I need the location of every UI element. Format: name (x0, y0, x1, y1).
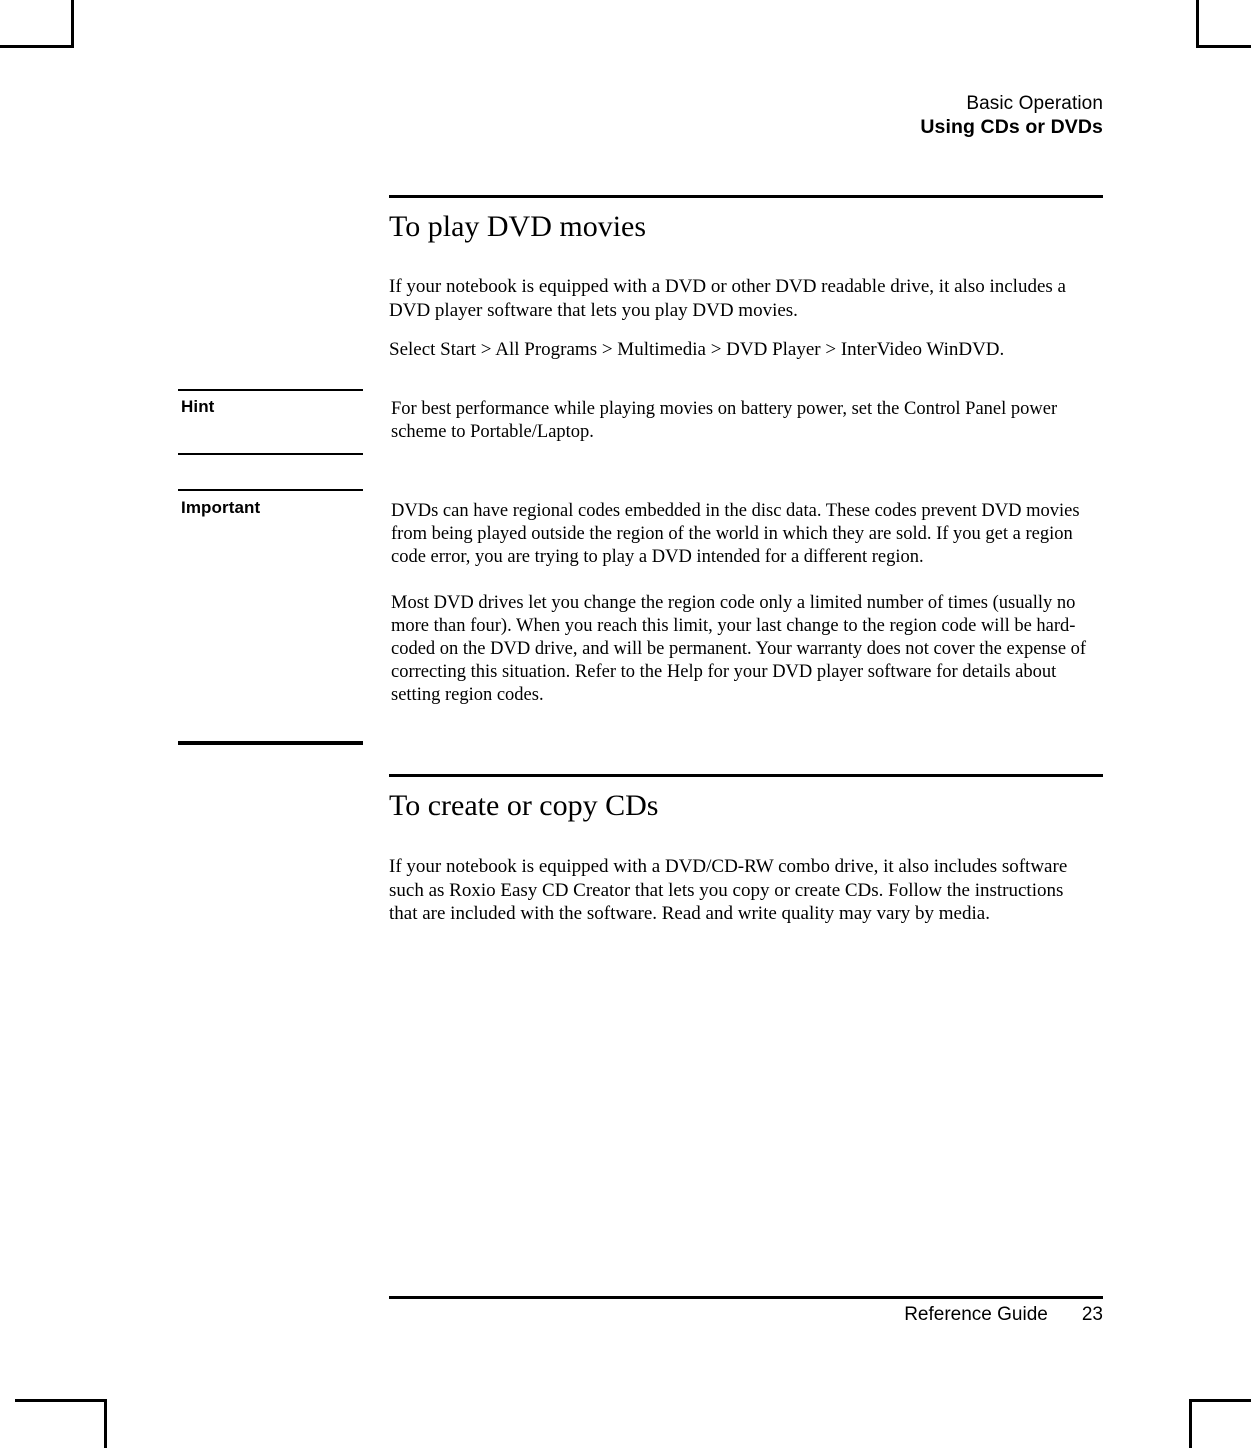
note-body-hint: For best performance while playing movie… (391, 398, 1091, 444)
paragraph-play-dvd-menu-path: Select Start > All Programs > Multimedia… (389, 339, 1005, 360)
crop-mark-top-right-horizontal (1196, 45, 1251, 48)
crop-mark-top-left-vertical (71, 0, 74, 48)
header-chapter-title: Basic Operation (966, 93, 1103, 114)
note-rule-hint-bottom (178, 453, 363, 455)
section-heading-create-cds: To create or copy CDs (389, 789, 659, 822)
note-rule-important-bottom (178, 741, 363, 745)
paragraph-create-cds-intro: If your notebook is equipped with a DVD/… (389, 856, 1068, 924)
section-heading-play-dvd: To play DVD movies (389, 210, 647, 243)
note-important-paragraph-1: DVDs can have regional codes embedded in… (391, 501, 1080, 567)
paragraph-play-dvd-intro: If your notebook is equipped with a DVD … (389, 276, 1066, 321)
crop-mark-bottom-right-vertical (1189, 1399, 1192, 1448)
crop-mark-bottom-left-vertical (104, 1399, 107, 1448)
note-body-important: DVDs can have regional codes embedded in… (391, 500, 1091, 707)
note-label-important: Important (181, 498, 261, 517)
crop-mark-bottom-right-horizontal (1189, 1399, 1251, 1402)
footer-guide-title: Reference Guide (904, 1304, 1048, 1325)
section-rule-play-dvd (389, 195, 1103, 198)
note-label-hint: Hint (181, 397, 215, 416)
document-page: Basic Operation Using CDs or DVDs To pla… (0, 0, 1251, 1448)
note-rule-hint-top (178, 389, 363, 391)
note-important-paragraph-2: Most DVD drives let you change the regio… (391, 593, 1087, 705)
crop-mark-top-left-horizontal (0, 45, 74, 48)
running-footer: Reference Guide 23 (380, 1303, 1103, 1327)
section-rule-create-cds (389, 774, 1103, 777)
running-header: Basic Operation Using CDs or DVDs (380, 92, 1103, 139)
note-rule-important-top (178, 489, 363, 491)
footer-rule (389, 1296, 1103, 1299)
crop-mark-bottom-left-horizontal (15, 1399, 107, 1402)
footer-page-number: 23 (1081, 1304, 1103, 1325)
crop-mark-top-right-vertical (1196, 0, 1199, 48)
header-section-title: Using CDs or DVDs (920, 116, 1103, 138)
note-hint-paragraph-1: For best performance while playing movie… (391, 399, 1058, 442)
